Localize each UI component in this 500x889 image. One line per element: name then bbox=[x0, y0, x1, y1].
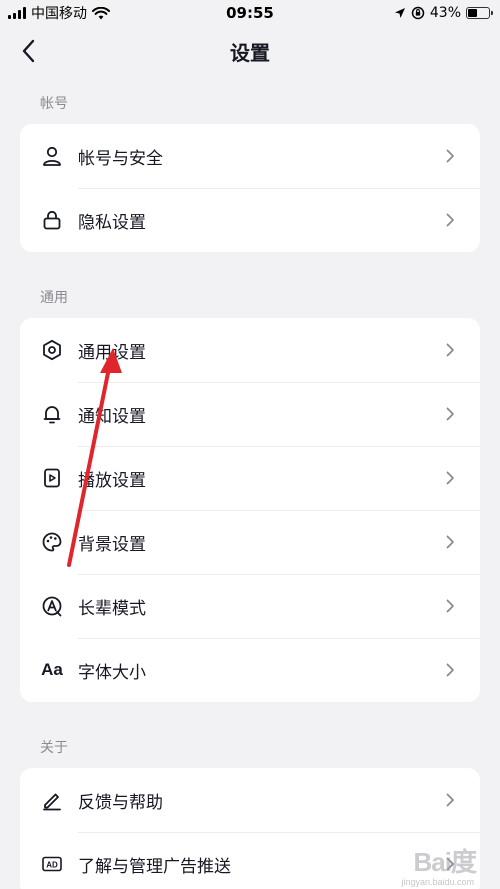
status-right: 43% bbox=[394, 5, 493, 21]
bell-icon bbox=[40, 402, 64, 426]
battery-percent: 43% bbox=[429, 5, 461, 21]
section-header-general: 通用 bbox=[40, 290, 68, 306]
chevron-right-icon bbox=[440, 340, 460, 360]
settings-item-label: 通知设置 bbox=[78, 406, 146, 427]
chevron-right-icon bbox=[440, 468, 460, 488]
settings-item-label: 反馈与帮助 bbox=[78, 792, 163, 813]
settings-item-label: 隐私设置 bbox=[78, 212, 146, 233]
wifi-icon bbox=[92, 6, 110, 19]
gear-icon bbox=[40, 338, 64, 362]
chevron-right-icon bbox=[440, 790, 460, 810]
ad-icon-text: AD bbox=[46, 861, 58, 870]
status-bar: 中国移动 09:55 43% bbox=[0, 0, 500, 26]
about-card: 反馈与帮助 AD 了解与管理广告推送 bbox=[20, 768, 480, 889]
palette-icon bbox=[40, 530, 64, 554]
general-card: 通用设置 通知设置 播放设置 背景设置 长辈模式 Aa 字体大小 bbox=[20, 318, 480, 702]
settings-item-font-size[interactable]: Aa 字体大小 bbox=[20, 638, 480, 702]
page-title: 设置 bbox=[230, 40, 270, 65]
account-card: 帐号与安全 隐私设置 bbox=[20, 124, 480, 252]
chevron-right-icon bbox=[440, 404, 460, 424]
chevron-left-icon bbox=[22, 39, 35, 63]
settings-item-notifications[interactable]: 通知设置 bbox=[20, 382, 480, 446]
play-file-icon bbox=[40, 466, 64, 490]
nav-bar: 设置 bbox=[0, 26, 500, 76]
settings-item-label: 长辈模式 bbox=[78, 598, 146, 619]
settings-item-label: 了解与管理广告推送 bbox=[78, 856, 231, 877]
battery-fill bbox=[468, 9, 477, 17]
person-icon bbox=[40, 144, 64, 168]
ad-icon: AD bbox=[40, 852, 64, 876]
settings-item-general[interactable]: 通用设置 bbox=[20, 318, 480, 382]
pen-icon bbox=[40, 788, 64, 812]
settings-item-privacy[interactable]: 隐私设置 bbox=[20, 188, 480, 252]
orientation-lock-icon bbox=[411, 6, 425, 20]
lock-icon bbox=[40, 208, 64, 232]
settings-item-elder-mode[interactable]: 长辈模式 bbox=[20, 574, 480, 638]
carrier-label: 中国移动 bbox=[31, 6, 87, 22]
settings-item-playback[interactable]: 播放设置 bbox=[20, 446, 480, 510]
battery-icon bbox=[466, 7, 493, 19]
settings-item-label: 帐号与安全 bbox=[78, 148, 163, 169]
chevron-right-icon bbox=[440, 596, 460, 616]
signal-icon bbox=[8, 7, 26, 19]
elder-mode-icon bbox=[40, 594, 64, 618]
settings-item-account-security[interactable]: 帐号与安全 bbox=[20, 124, 480, 188]
settings-item-background[interactable]: 背景设置 bbox=[20, 510, 480, 574]
chevron-right-icon bbox=[440, 660, 460, 680]
chevron-right-icon bbox=[440, 146, 460, 166]
chevron-right-icon bbox=[440, 210, 460, 230]
settings-item-label: 背景设置 bbox=[78, 534, 146, 555]
back-button[interactable] bbox=[14, 36, 44, 66]
settings-item-feedback[interactable]: 反馈与帮助 bbox=[20, 768, 480, 832]
font-size-icon: Aa bbox=[41, 660, 63, 679]
settings-item-label: 字体大小 bbox=[78, 662, 146, 683]
settings-item-label: 播放设置 bbox=[78, 470, 146, 491]
chevron-right-icon bbox=[440, 854, 460, 874]
status-left: 中国移动 bbox=[8, 3, 110, 23]
section-header-about: 关于 bbox=[40, 740, 68, 756]
settings-item-label: 通用设置 bbox=[78, 342, 146, 363]
location-arrow-icon bbox=[394, 8, 405, 18]
chevron-right-icon bbox=[440, 532, 460, 552]
section-header-account: 帐号 bbox=[40, 96, 68, 112]
settings-item-ad-management[interactable]: AD 了解与管理广告推送 bbox=[20, 832, 480, 889]
